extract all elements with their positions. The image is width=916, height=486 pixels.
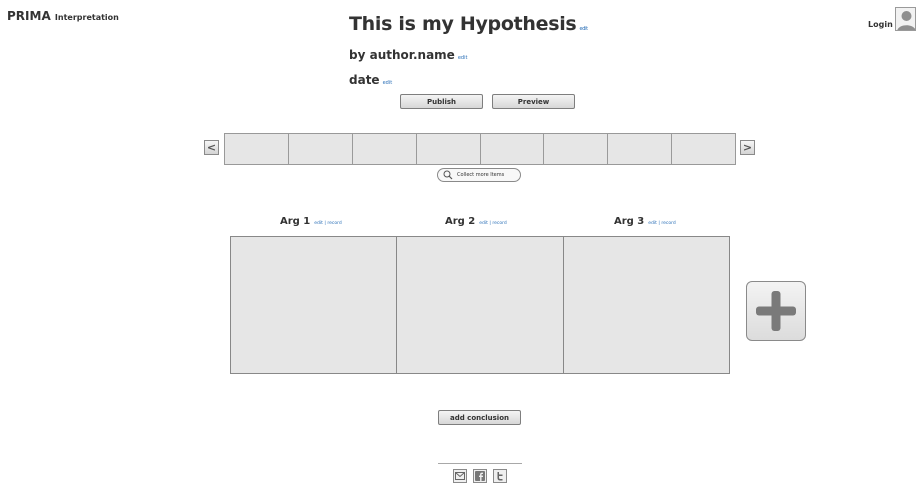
arg-record-link[interactable]: record — [492, 221, 506, 226]
date-text: date — [349, 73, 380, 87]
link-separator: | — [489, 221, 491, 226]
carousel-slot[interactable] — [608, 134, 673, 164]
collect-items-button[interactable]: Collect more Items — [437, 168, 521, 182]
date-edit-link[interactable]: edit — [383, 80, 393, 86]
hypothesis-title: This is my Hypothesis edit — [349, 13, 588, 35]
publish-button[interactable]: Publish — [400, 94, 483, 109]
arg-title: Arg 2 — [445, 216, 476, 227]
plus-icon — [756, 291, 796, 331]
arg-header: Arg 3 edit | record — [614, 216, 676, 227]
arguments-area — [230, 236, 730, 374]
preview-button[interactable]: Preview — [492, 94, 575, 109]
login-link[interactable]: Login — [868, 20, 893, 29]
author-line: by author.name edit — [349, 48, 467, 62]
link-separator: | — [658, 221, 660, 226]
arg-edit-link[interactable]: edit — [479, 221, 488, 226]
arg-edit-link[interactable]: edit — [314, 221, 323, 226]
carousel-next-button[interactable]: > — [740, 140, 755, 155]
brand-name: PRIMA — [7, 9, 51, 23]
twitter-glyph — [497, 472, 503, 481]
arg-title: Arg 3 — [614, 216, 645, 227]
arg-edit-link[interactable]: edit — [648, 221, 657, 226]
arg-record-link[interactable]: record — [661, 221, 675, 226]
email-icon[interactable] — [453, 469, 467, 483]
twitter-icon[interactable] — [493, 469, 507, 483]
argument-panel[interactable] — [563, 237, 729, 373]
arg-header: Arg 1 edit | record — [280, 216, 342, 227]
carousel-slot[interactable] — [416, 134, 481, 164]
title-edit-link[interactable]: edit — [579, 26, 588, 32]
search-icon — [443, 170, 453, 180]
author-edit-link[interactable]: edit — [458, 55, 468, 61]
carousel-slot[interactable] — [352, 134, 417, 164]
carousel-slot[interactable] — [288, 134, 353, 164]
carousel-slot[interactable] — [672, 134, 735, 164]
carousel-slot[interactable] — [480, 134, 545, 164]
app-brand: PRIMA Interpretation — [7, 9, 119, 23]
item-carousel — [224, 133, 736, 165]
user-avatar-icon[interactable] — [895, 7, 916, 31]
carousel-slot[interactable] — [225, 134, 289, 164]
email-glyph — [455, 472, 465, 480]
arg-header: Arg 2 edit | record — [445, 216, 507, 227]
brand-subtitle: Interpretation — [54, 13, 119, 22]
collect-items-label: Collect more Items — [457, 172, 505, 178]
arg-record-link[interactable]: record — [327, 221, 341, 226]
author-name: by author.name — [349, 48, 455, 62]
argument-panel[interactable] — [397, 237, 564, 373]
avatar-silhouette — [897, 11, 915, 30]
carousel-slot[interactable] — [544, 134, 609, 164]
footer-divider — [438, 463, 522, 464]
link-separator: | — [324, 221, 326, 226]
arg-title: Arg 1 — [280, 216, 311, 227]
hypothesis-title-text: This is my Hypothesis — [349, 13, 577, 35]
carousel-prev-button[interactable]: < — [204, 140, 219, 155]
add-argument-button[interactable] — [746, 281, 806, 341]
date-line: date edit — [349, 73, 392, 87]
add-conclusion-button[interactable]: add conclusion — [438, 410, 521, 425]
facebook-icon[interactable] — [473, 469, 487, 483]
facebook-glyph — [475, 471, 485, 481]
argument-panel[interactable] — [231, 237, 398, 373]
